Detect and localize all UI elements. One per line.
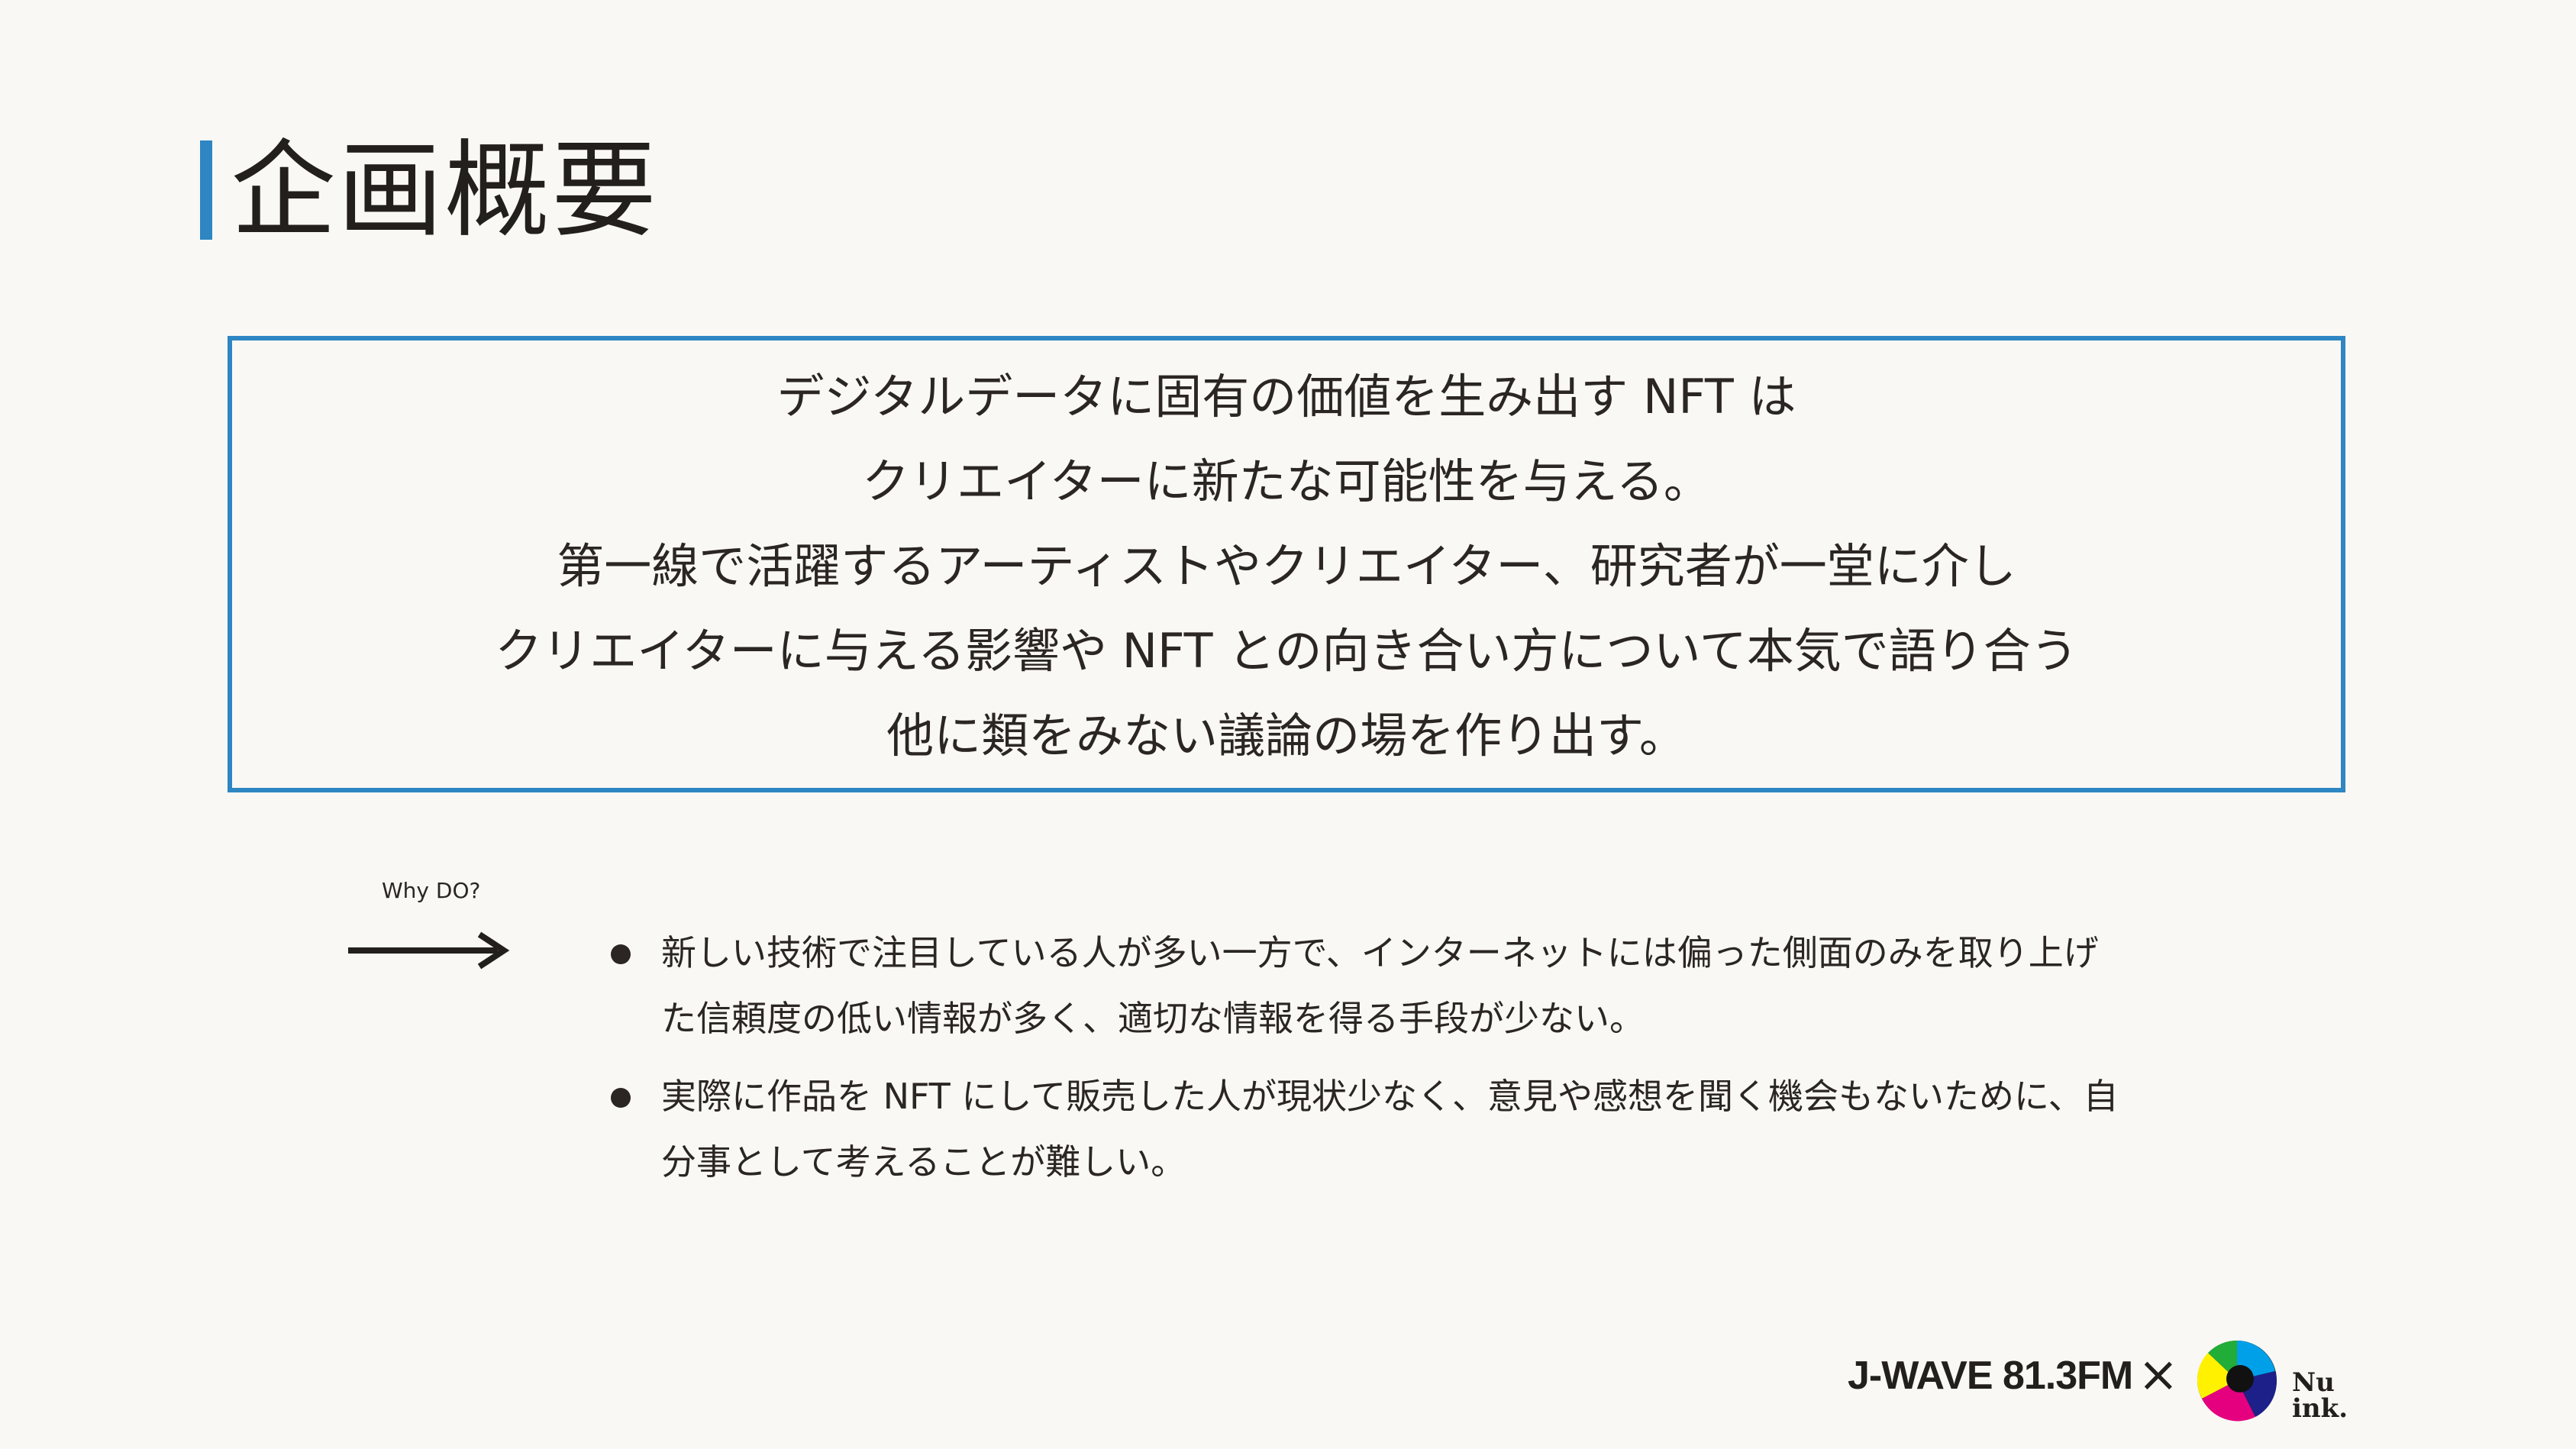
bullet-text: 実際に作品を NFT にして販売した人が現状少なく、意見や感想を聞く機会もないた… [661,1063,2119,1195]
bullet-text-line: 新しい技術で注目している人が多い一方で、インターネットには偏った側面のみを取り上… [661,932,2099,973]
summary-line: デジタルデータに固有の価値を生み出す NFT は [776,368,1796,424]
bullet-dot-icon [611,1088,631,1108]
bullet-text-line: た信頼度の低い情報が多く、適切な情報を得る手段が少ない。 [661,998,1645,1039]
long-right-arrow-icon [348,931,510,970]
bullet-text: 新しい技術で注目している人が多い一方で、インターネットには偏った側面のみを取り上… [661,920,2099,1051]
reason-list: 新しい技術で注目している人が多い一方で、インターネットには偏った側面のみを取り上… [611,920,2252,1207]
summary-box: デジタルデータに固有の価値を生み出す NFT は クリエイターに新たな可能性を与… [228,336,2345,792]
jwave-logo: J-WAVE 81.3FM [1848,1354,2133,1398]
nuink-wordmark: Nu ink. [2292,1367,2348,1424]
list-item: 実際に作品を NFT にして販売した人が現状少なく、意見や感想を聞く機会もないた… [611,1063,2252,1195]
title-accent-bar [200,140,212,240]
page-title: 企画概要 [231,129,659,252]
nuink-color-logo-icon [2197,1340,2277,1422]
collaboration-cross: × [2138,1347,2179,1403]
bullet-text-line: 実際に作品を NFT にして販売した人が現状少なく、意見や感想を聞く機会もないた… [661,1076,2119,1117]
summary-line: クリエイターに新たな可能性を与える。 [862,453,1711,509]
list-item: 新しい技術で注目している人が多い一方で、インターネットには偏った側面のみを取り上… [611,920,2252,1051]
bullet-dot-icon [611,944,631,964]
summary-line: クリエイターに与える影響や NFT との向き合い方について本気で語り合う [495,622,2078,679]
why-do-label: Why DO? [382,878,481,903]
summary-line: 第一線で活躍するアーティストやクリエイター、研究者が一堂に介し [557,537,2016,594]
bullet-text-line: 分事として考えることが難しい。 [661,1141,1186,1183]
summary-line: 他に類をみない議論の場を作り出す。 [886,707,1687,763]
